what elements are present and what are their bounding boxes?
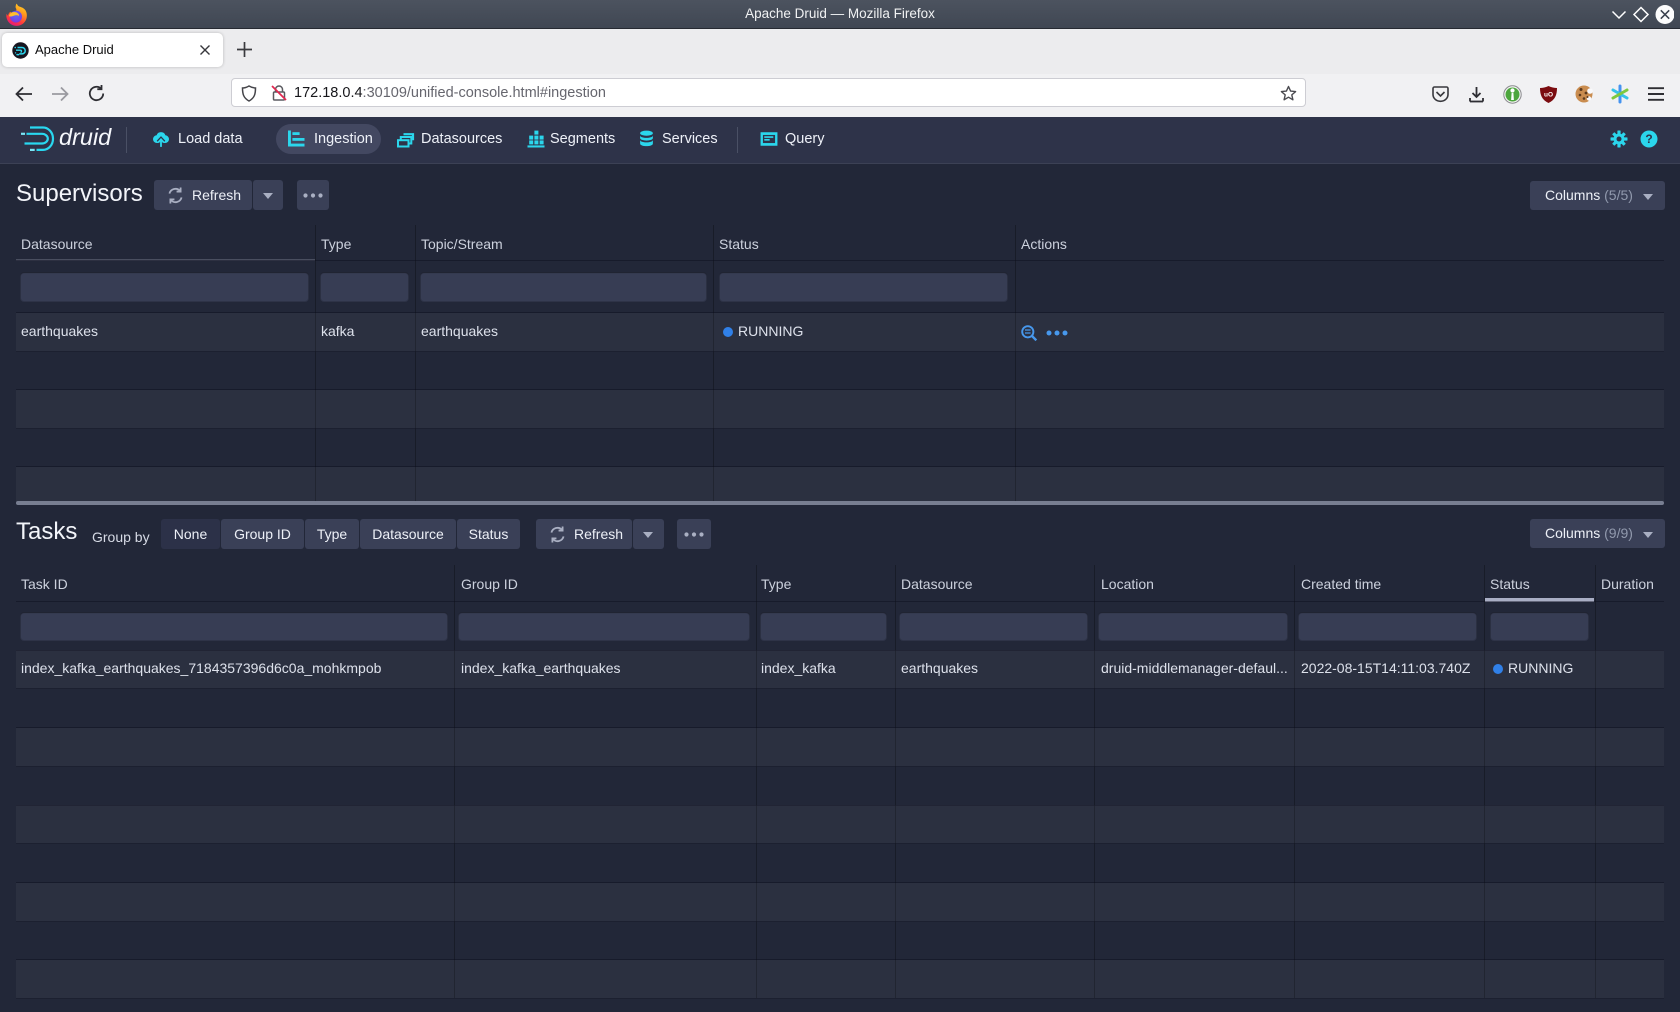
svg-text:uO: uO <box>1544 92 1553 99</box>
svg-text:?: ? <box>1645 132 1652 146</box>
